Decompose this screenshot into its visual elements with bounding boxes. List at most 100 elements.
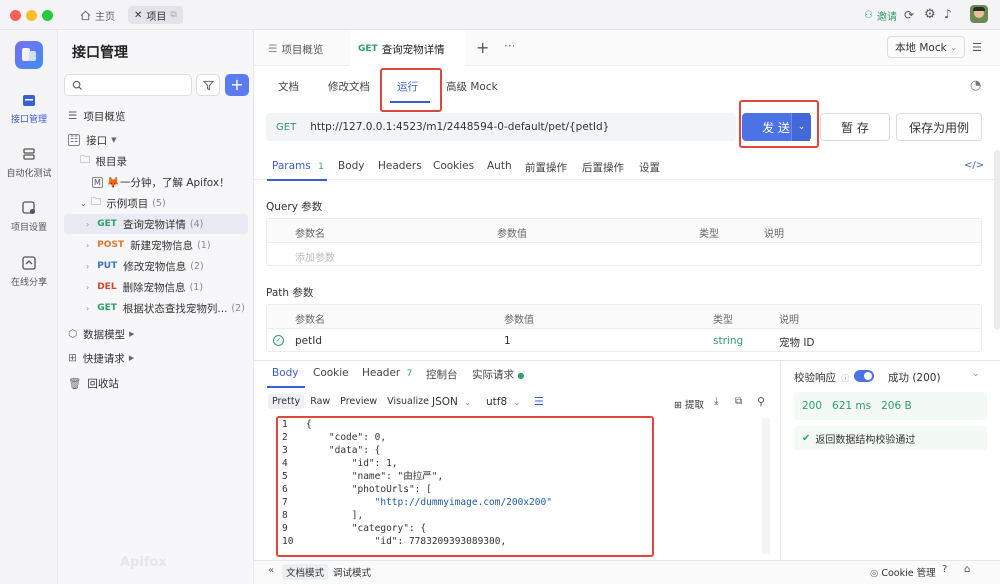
nav-project-settings[interactable]: 项目设置 bbox=[0, 200, 58, 233]
bell-icon[interactable]: ♪ bbox=[944, 7, 952, 21]
tab-body[interactable]: Body bbox=[338, 160, 365, 172]
method-badge: GET bbox=[97, 219, 117, 229]
highlight-send-button bbox=[739, 100, 819, 148]
close-icon[interactable]: ✕ bbox=[134, 10, 142, 21]
sync-icon[interactable]: ⟳ bbox=[904, 8, 914, 22]
view-visualize[interactable]: Visualize bbox=[383, 394, 433, 409]
endpoint-name: 新建宠物信息 bbox=[130, 239, 194, 252]
tab-auth[interactable]: Auth bbox=[487, 160, 512, 172]
save-case-button[interactable]: 保存为用例 bbox=[896, 113, 982, 141]
tree-endpoint[interactable]: › POST 新建宠物信息 (1) bbox=[64, 235, 248, 255]
maximize-window-button[interactable] bbox=[42, 10, 53, 21]
minimize-window-button[interactable] bbox=[26, 10, 37, 21]
enabled-check-icon[interactable]: ✓ bbox=[273, 335, 284, 346]
cookie-management-button[interactable]: ◎ Cookie 管理 bbox=[870, 565, 936, 579]
tab-advanced-mock[interactable]: 高级 Mock bbox=[446, 79, 498, 94]
case-count: (2) bbox=[190, 260, 204, 272]
encoding-select[interactable]: utf8 ⌄ bbox=[486, 396, 520, 408]
tab-post-processors[interactable]: 后置操作 bbox=[582, 160, 624, 175]
close-window-button[interactable] bbox=[10, 10, 21, 21]
tree-quick-request[interactable]: ⊞ 快捷请求 ▶ bbox=[68, 348, 134, 368]
menu-icon[interactable]: ☰ bbox=[972, 41, 982, 54]
url-input[interactable]: http://127.0.0.1:4523/m1/2448594-0-defau… bbox=[310, 121, 609, 133]
extract-button[interactable]: ⊞ 提取 bbox=[674, 397, 704, 411]
add-param-input[interactable]: 添加参数 bbox=[295, 249, 335, 264]
view-pretty[interactable]: Pretty bbox=[268, 394, 305, 409]
chevron-right-icon: › bbox=[86, 219, 90, 229]
tab-settings[interactable]: 设置 bbox=[639, 160, 660, 175]
tab-cookies[interactable]: Cookies bbox=[433, 160, 474, 172]
gear-icon[interactable]: ⚙ bbox=[924, 7, 936, 22]
project-tab[interactable]: ✕ 项目 ⧉ bbox=[128, 6, 183, 24]
home-tab[interactable]: 主页 bbox=[74, 6, 121, 24]
save-draft-button[interactable]: 暂 存 bbox=[820, 113, 890, 141]
tree-project-overview[interactable]: ☰ 项目概览 bbox=[68, 106, 125, 126]
tab-project-overview[interactable]: ☰ 项目概览 bbox=[268, 38, 323, 60]
resp-tab-header[interactable]: Header 7 bbox=[362, 367, 412, 379]
nav-automated-testing[interactable]: 自动化测试 bbox=[0, 146, 58, 179]
tab-edit-doc[interactable]: 修改文档 bbox=[328, 79, 370, 94]
collapse-icon[interactable]: « bbox=[268, 565, 274, 576]
resp-tab-actual-request[interactable]: 实际请求 ● bbox=[472, 367, 524, 382]
avatar[interactable] bbox=[970, 5, 988, 23]
doc-mode-button[interactable]: 文档模式 bbox=[282, 564, 329, 580]
search-icon[interactable]: ⚲ bbox=[757, 395, 765, 408]
case-count: (1) bbox=[197, 239, 211, 251]
tab-doc[interactable]: 文档 bbox=[278, 79, 299, 94]
wrap-icon[interactable]: ☰ bbox=[534, 395, 544, 408]
validate-toggle[interactable] bbox=[854, 370, 874, 382]
new-tab-button[interactable]: + bbox=[476, 38, 489, 57]
resp-tab-body[interactable]: Body bbox=[272, 367, 299, 379]
shirt-icon[interactable]: ⌂ bbox=[964, 564, 970, 575]
cookie-icon: ◎ bbox=[870, 568, 879, 579]
palette-icon[interactable]: ◔ bbox=[970, 78, 981, 93]
tree-root-folder[interactable]: 🗀 根目录 bbox=[80, 151, 127, 171]
invite-button[interactable]: ⚇ 邀请 bbox=[858, 6, 903, 24]
tree-recycle-bin[interactable]: 🗑 回收站 bbox=[68, 373, 119, 393]
format-select[interactable]: JSON ⌄ bbox=[432, 396, 471, 408]
param-type[interactable]: string bbox=[713, 335, 743, 347]
debug-mode-button[interactable]: 调试模式 bbox=[333, 565, 371, 579]
tree-data-models[interactable]: ⬡ 数据模型 ▶ bbox=[68, 324, 135, 344]
copy-icon[interactable]: ⧉ bbox=[735, 396, 742, 407]
app-logo bbox=[15, 41, 43, 69]
code-scrollbar[interactable] bbox=[762, 418, 770, 554]
method-select[interactable]: GET bbox=[276, 122, 296, 133]
tab-params[interactable]: Params 1 bbox=[272, 160, 324, 172]
main-scrollbar[interactable] bbox=[994, 150, 1000, 330]
code-icon[interactable]: </> bbox=[964, 160, 984, 171]
tree-endpoint[interactable]: › DEL 删除宠物信息 (1) bbox=[64, 277, 248, 297]
url-bar[interactable]: GET http://127.0.0.1:4523/m1/2448594-0-d… bbox=[266, 113, 736, 141]
chevron-down-icon[interactable]: ⌄ bbox=[972, 369, 980, 379]
title-bar: 主页 ✕ 项目 ⧉ ⚇ 邀请 ⟳ ⚙ ♪ bbox=[0, 0, 1000, 30]
tab-headers[interactable]: Headers bbox=[378, 160, 422, 172]
tree-interfaces[interactable]: ☷ 接口 ▼ bbox=[68, 130, 116, 150]
tree-endpoint[interactable]: › PUT 修改宠物信息 (2) bbox=[64, 256, 248, 276]
view-raw[interactable]: Raw bbox=[306, 394, 334, 409]
resp-tab-cookie[interactable]: Cookie bbox=[313, 367, 349, 379]
nav-online-share[interactable]: 在线分享 bbox=[0, 255, 58, 288]
tree-endpoint[interactable]: › GET 根据状态查找宠物列... (2) bbox=[64, 298, 248, 318]
tab-pre-processors[interactable]: 前置操作 bbox=[525, 160, 567, 175]
add-button[interactable]: + bbox=[225, 74, 249, 96]
resp-tab-console[interactable]: 控制台 bbox=[426, 367, 458, 382]
status-code: 200 bbox=[802, 400, 823, 412]
query-params-title: Query 参数 bbox=[266, 201, 323, 213]
view-preview[interactable]: Preview bbox=[336, 394, 381, 409]
filter-button[interactable] bbox=[196, 74, 220, 96]
highlight-response-body bbox=[276, 416, 654, 557]
cube-icon: ⬡ bbox=[68, 328, 78, 340]
tree-intro-doc[interactable]: M 🦊一分钟，了解 Apifox！ bbox=[92, 172, 230, 192]
help-icon[interactable]: ? bbox=[942, 564, 947, 575]
method-badge: PUT bbox=[97, 261, 118, 271]
search-input[interactable] bbox=[64, 74, 192, 96]
download-icon[interactable]: ⤓ bbox=[714, 396, 718, 407]
tab-active-endpoint[interactable]: GET 查询宠物详情 bbox=[358, 38, 445, 60]
more-icon[interactable]: ··· bbox=[504, 39, 515, 53]
param-name: petId bbox=[295, 335, 323, 347]
tree-example-folder[interactable]: ⌄ 🗀 示例项目 (5) bbox=[80, 193, 166, 213]
nav-api-management[interactable]: 接口管理 bbox=[0, 92, 58, 125]
tree-endpoint[interactable]: › GET 查询宠物详情 (4) bbox=[64, 214, 248, 234]
environment-select[interactable]: 本地 Mock ⌄ bbox=[887, 36, 965, 58]
param-value-input[interactable]: 1 bbox=[504, 335, 511, 347]
